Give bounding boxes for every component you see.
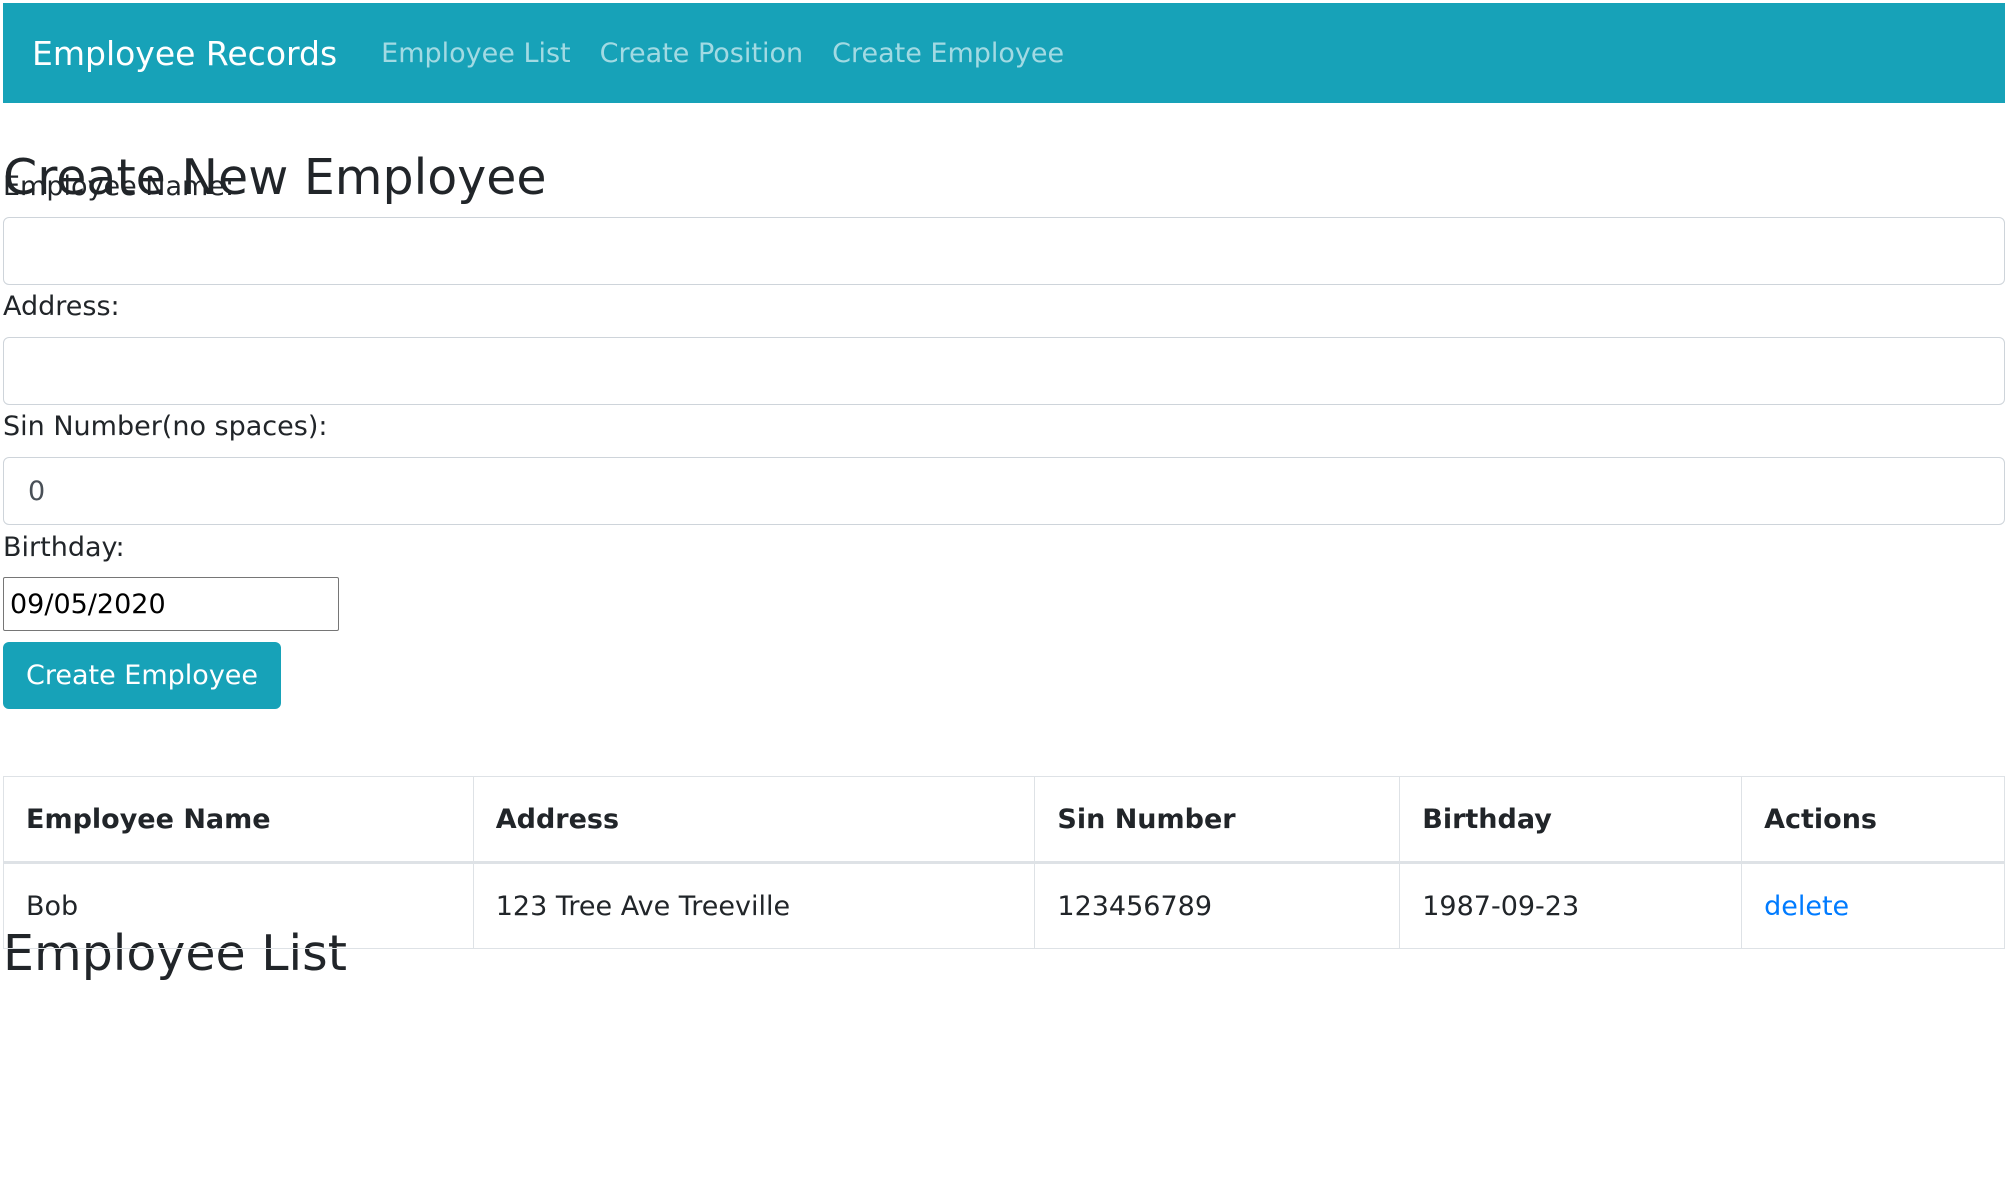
column-header-sin-number: Sin Number <box>1034 776 1401 864</box>
table-header-row: Employee Name Address Sin Number Birthda… <box>3 776 2005 864</box>
sin-number-input[interactable] <box>3 457 2005 525</box>
column-header-birthday: Birthday <box>1399 776 1743 864</box>
cell-employee-name: Bob <box>3 862 474 949</box>
address-label: Address: <box>3 291 120 322</box>
delete-link[interactable]: delete <box>1764 891 1849 922</box>
nav-link-create-employee[interactable]: Create Employee <box>832 38 1064 69</box>
nav-link-create-position[interactable]: Create Position <box>600 38 803 69</box>
address-input[interactable] <box>3 337 2005 405</box>
page: Employee Records Employee List Create Po… <box>0 0 2012 1185</box>
column-header-address: Address <box>472 776 1036 864</box>
navbar: Employee Records Employee List Create Po… <box>3 3 2005 103</box>
column-header-employee-name: Employee Name <box>3 776 474 864</box>
cell-birthday: 1987-09-23 <box>1399 862 1743 949</box>
create-employee-button[interactable]: Create Employee <box>3 642 282 709</box>
employee-name-input[interactable] <box>3 217 2005 285</box>
table-row: Bob 123 Tree Ave Treeville 123456789 198… <box>3 862 2005 949</box>
cell-actions: delete <box>1741 862 2005 949</box>
nav-link-employee-list[interactable]: Employee List <box>381 38 571 69</box>
cell-address: 123 Tree Ave Treeville <box>472 862 1036 949</box>
navbar-brand[interactable]: Employee Records <box>32 34 337 73</box>
sin-number-label: Sin Number(no spaces): <box>3 411 328 442</box>
birthday-label: Birthday: <box>3 532 125 563</box>
cell-sin-number: 123456789 <box>1034 862 1401 949</box>
employee-name-label: Employee Name: <box>3 171 235 202</box>
employee-table: Employee Name Address Sin Number Birthda… <box>3 776 2005 949</box>
birthday-input[interactable] <box>3 577 339 631</box>
column-header-actions: Actions <box>1741 776 2005 864</box>
